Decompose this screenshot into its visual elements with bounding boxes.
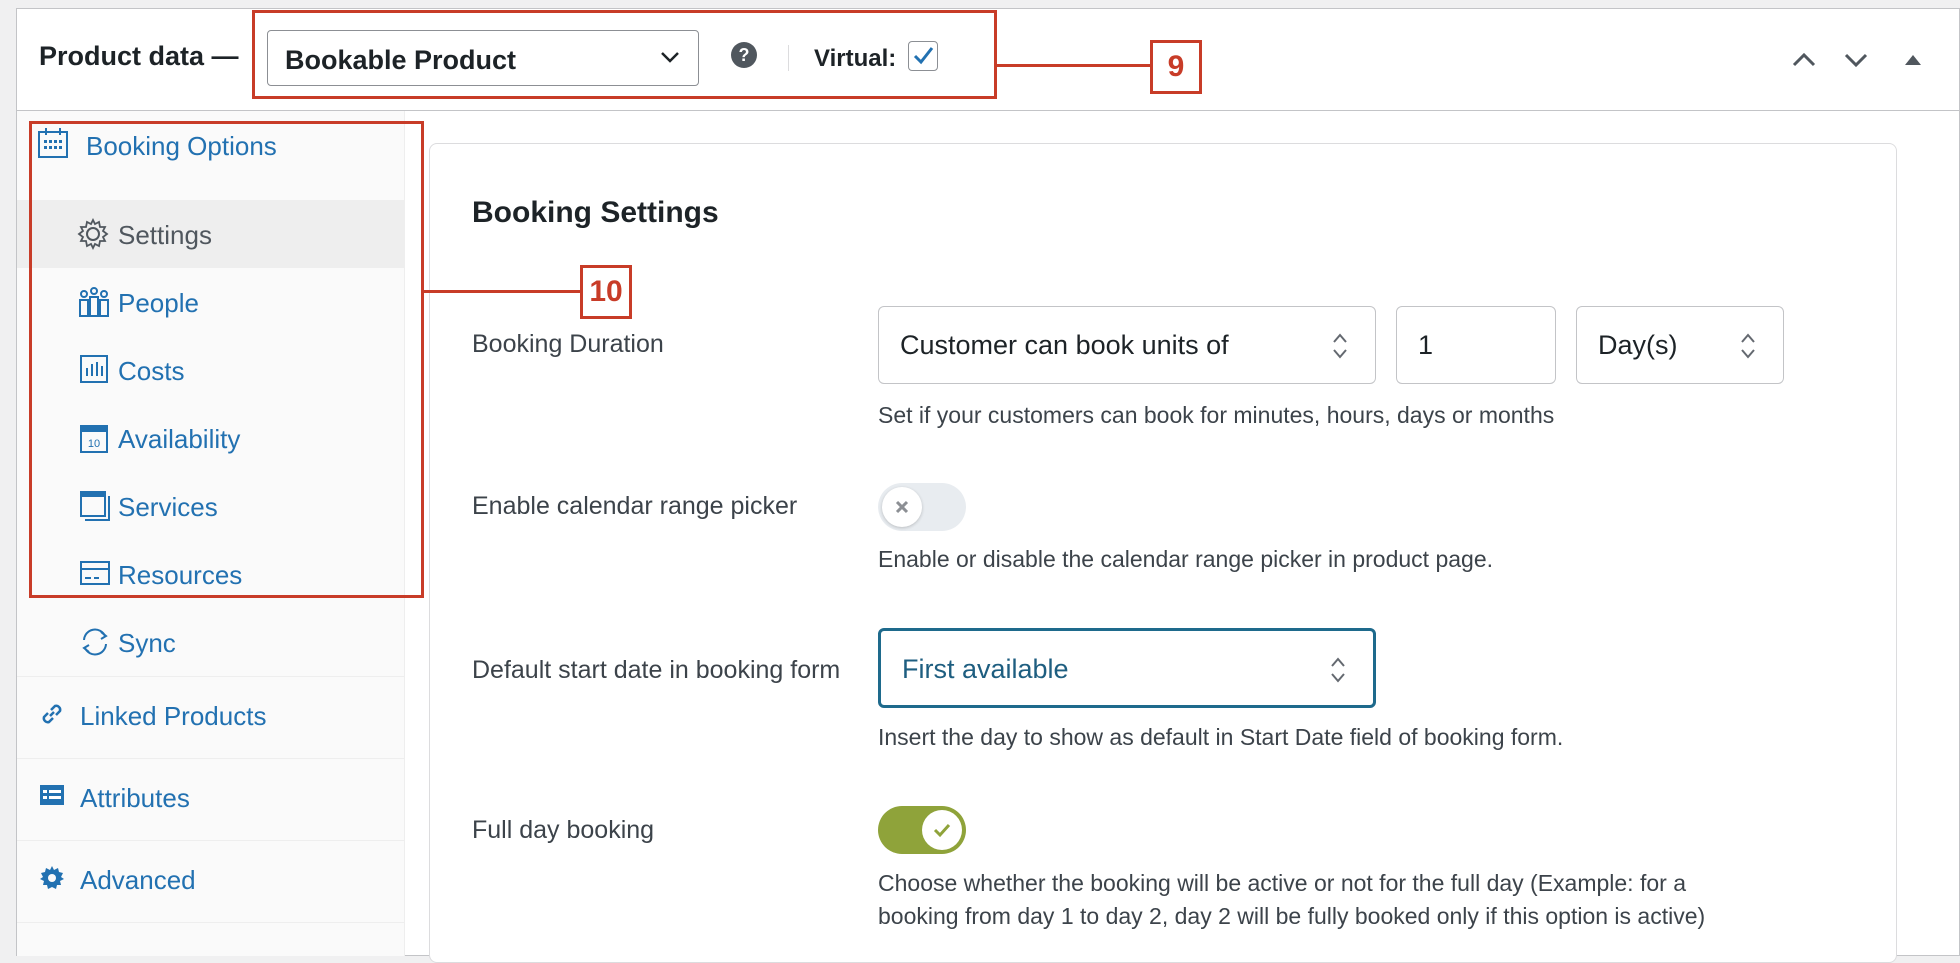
annotation-box-10 (29, 121, 424, 598)
sync-icon (82, 628, 108, 656)
up-down-arrows-icon (1741, 333, 1755, 359)
toggle-knob (882, 487, 922, 527)
default-start-label: Default start date in booking form (472, 656, 841, 684)
up-down-arrows-icon (1331, 657, 1345, 683)
full-day-description-2: booking from day 1 to day 2, day 2 will … (878, 903, 1706, 929)
sidebar-divider (17, 840, 405, 841)
check-icon (933, 823, 951, 838)
panel-title: Product data — (39, 41, 239, 71)
default-start-select[interactable]: First available (878, 628, 1376, 708)
subtab-sync[interactable]: Sync (17, 608, 405, 676)
sidebar-divider (17, 922, 405, 923)
calendar-range-label: Enable calendar range picker (472, 492, 798, 520)
sidebar-divider (17, 758, 405, 759)
tab-advanced[interactable]: Advanced (17, 845, 405, 913)
default-start-value: First available (902, 654, 1069, 684)
annotation-box-9 (252, 10, 997, 99)
full-day-description-1: Choose whether the booking will be activ… (878, 870, 1686, 896)
list-card-icon (40, 785, 64, 805)
duration-quantity-input[interactable]: 1 (1396, 306, 1556, 384)
tab-label: Attributes (80, 783, 190, 813)
booking-duration-description: Set if your customers can book for minut… (878, 402, 1555, 428)
section-title: Booking Settings (472, 196, 719, 229)
duration-type-select[interactable]: Customer can book units of (878, 306, 1376, 384)
close-icon (895, 500, 909, 514)
move-down-icon[interactable] (1841, 45, 1871, 75)
toggle-knob (922, 810, 962, 850)
duration-period-select[interactable]: Day(s) (1576, 306, 1784, 384)
full-day-label: Full day booking (472, 816, 655, 844)
tab-label: Advanced (80, 865, 196, 895)
gear-icon (40, 866, 64, 889)
collapse-toggle-icon[interactable] (1901, 47, 1925, 71)
up-down-arrows-icon (1333, 333, 1347, 359)
link-icon (42, 704, 62, 724)
calendar-range-description: Enable or disable the calendar range pic… (878, 546, 1494, 572)
default-start-description: Insert the day to show as default in Sta… (878, 724, 1564, 750)
annotation-line-9 (997, 64, 1151, 67)
booking-settings-card: Booking Settings Booking Duration Custom… (429, 143, 1897, 963)
annotation-line-10 (424, 290, 581, 293)
duration-type-value: Customer can book units of (900, 330, 1229, 360)
annotation-badge-9: 9 (1150, 40, 1202, 94)
move-up-icon[interactable] (1789, 45, 1819, 75)
sidebar-divider (17, 676, 405, 677)
booking-duration-label: Booking Duration (472, 330, 664, 358)
duration-quantity-value: 1 (1418, 330, 1434, 360)
calendar-range-toggle[interactable] (878, 483, 966, 531)
duration-period-value: Day(s) (1598, 330, 1678, 360)
tab-label: Linked Products (80, 701, 267, 731)
full-day-toggle[interactable] (878, 806, 966, 854)
tab-attributes[interactable]: Attributes (17, 763, 405, 831)
annotation-badge-10: 10 (580, 265, 632, 319)
tab-linked-products[interactable]: Linked Products (17, 681, 405, 749)
subtab-label: Sync (118, 628, 176, 658)
